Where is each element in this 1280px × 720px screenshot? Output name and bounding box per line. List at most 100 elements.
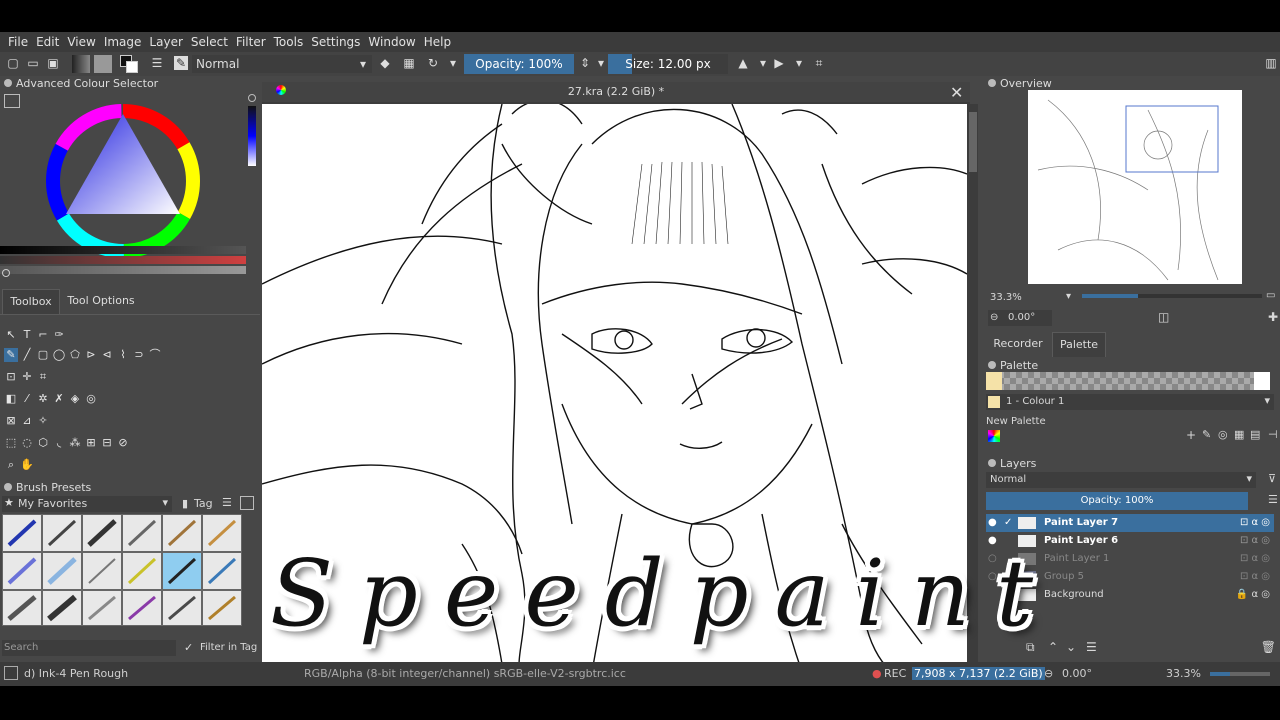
chevron-down-icon[interactable]: ▾ bbox=[594, 56, 608, 70]
delete-layer-icon[interactable]: 🗑 bbox=[1261, 640, 1276, 654]
colour-wheel[interactable] bbox=[44, 102, 202, 260]
alpha-lock-icon[interactable]: ▦ bbox=[402, 56, 416, 70]
bezier-tool-icon[interactable]: ⊲ bbox=[100, 348, 114, 362]
tab-palette[interactable]: Palette bbox=[1052, 332, 1106, 357]
current-brush-label[interactable]: d) Ink-4 Pen Rough bbox=[24, 667, 128, 680]
open-icon[interactable]: ▭ bbox=[26, 56, 40, 70]
menu-select[interactable]: Select bbox=[187, 35, 232, 49]
zoom-tool-icon[interactable]: ⌕ bbox=[4, 458, 18, 472]
pattern-tool-icon[interactable]: ◎ bbox=[84, 392, 98, 406]
layer-name[interactable]: Paint Layer 7 bbox=[1044, 514, 1118, 532]
layer-opacity-slider[interactable]: Opacity: 100% bbox=[986, 492, 1248, 510]
spin-arrows-icon[interactable]: ⇕ bbox=[578, 56, 592, 70]
brush-preset-9[interactable] bbox=[82, 552, 122, 590]
similar-select-icon[interactable]: ⊞ bbox=[84, 436, 98, 450]
add-icon[interactable]: + bbox=[1186, 428, 1196, 442]
assistant-tool-icon[interactable]: ⊠ bbox=[4, 414, 18, 428]
rotation-spinbox[interactable]: ⊖ 0.00° bbox=[988, 310, 1052, 326]
fill-tool-icon[interactable]: ◈ bbox=[68, 392, 82, 406]
palette-grid-icon[interactable] bbox=[988, 430, 1000, 442]
move-tool-icon[interactable]: ✛ bbox=[20, 370, 34, 384]
tag-icon[interactable]: ▮ bbox=[182, 497, 188, 510]
menu-image[interactable]: Image bbox=[100, 35, 146, 49]
checkbox-checked-icon[interactable]: ✓ bbox=[1004, 514, 1012, 532]
palette-colour-select[interactable]: 1 - Colour 1 ▾ bbox=[986, 394, 1274, 410]
tab-recorder[interactable]: Recorder bbox=[986, 332, 1050, 356]
grid-icon[interactable]: ▦ bbox=[1234, 428, 1244, 441]
bezier-select-icon[interactable]: ⊟ bbox=[100, 436, 114, 450]
transform-tool-icon[interactable]: ⊡ bbox=[4, 370, 18, 384]
brush-preset-3[interactable] bbox=[82, 514, 122, 552]
smart-patch-icon[interactable]: ✲ bbox=[36, 392, 50, 406]
crop-tool-icon[interactable]: ⌗ bbox=[36, 370, 50, 384]
new-document-icon[interactable]: ▢ bbox=[6, 56, 20, 70]
close-icon[interactable]: ✕ bbox=[950, 83, 963, 102]
lock-icon[interactable]: 🔒 α ◎ bbox=[1236, 586, 1270, 604]
monitor-icon[interactable]: ▭ bbox=[1266, 290, 1275, 301]
pan-tool-icon[interactable]: ✋ bbox=[20, 458, 34, 472]
menu-tools[interactable]: Tools bbox=[270, 35, 308, 49]
brush-preset-2[interactable] bbox=[42, 514, 82, 552]
text-tool-icon[interactable]: T bbox=[20, 328, 34, 342]
overview-thumbnail[interactable] bbox=[1028, 90, 1242, 284]
selector-settings-icon[interactable] bbox=[4, 94, 20, 108]
brush-preset-4[interactable] bbox=[122, 514, 162, 552]
brush-preset-12[interactable] bbox=[202, 552, 242, 590]
crop-icon[interactable]: ⌗ bbox=[812, 56, 826, 70]
background-color[interactable] bbox=[126, 61, 138, 73]
shade-bar-3[interactable] bbox=[0, 266, 246, 274]
menu-window[interactable]: Window bbox=[364, 35, 419, 49]
edit-icon[interactable]: ✎ bbox=[1202, 428, 1211, 441]
brush-preset-17[interactable] bbox=[162, 590, 202, 626]
gradient-tool-icon[interactable]: ◧ bbox=[4, 392, 18, 406]
select-shapes-icon[interactable]: ↖ bbox=[4, 328, 18, 342]
shade-bar-2[interactable] bbox=[0, 256, 246, 264]
brush-preset-10[interactable] bbox=[122, 552, 162, 590]
brush-preset-1[interactable] bbox=[2, 514, 42, 552]
menu-help[interactable]: Help bbox=[420, 35, 455, 49]
ellipse-select-icon[interactable]: ◌ bbox=[20, 436, 34, 450]
menu-layer[interactable]: Layer bbox=[145, 35, 186, 49]
tab-tool-options[interactable]: Tool Options bbox=[62, 289, 140, 313]
menu-view[interactable]: View bbox=[63, 35, 99, 49]
pin-icon[interactable]: ✚ bbox=[1268, 310, 1278, 324]
pattern-swatch[interactable] bbox=[94, 55, 112, 73]
palette-swatch-white[interactable] bbox=[1254, 372, 1270, 390]
zoom-readout[interactable]: 33.3% bbox=[1166, 667, 1201, 680]
rect-select-icon[interactable]: ⬚ bbox=[4, 436, 18, 450]
dynamic-brush-icon[interactable]: ⌇ bbox=[116, 348, 130, 362]
lock-icon[interactable]: ⊡ α ◎ bbox=[1240, 514, 1270, 532]
preset-search-input[interactable]: Search bbox=[2, 640, 176, 656]
menu-file[interactable]: File bbox=[4, 35, 32, 49]
lock-icon[interactable]: ⊡ α ◎ bbox=[1240, 532, 1270, 550]
tab-toolbox[interactable]: Toolbox bbox=[2, 289, 60, 314]
mirror-horizontal-icon[interactable]: ▲ bbox=[736, 56, 750, 70]
palette-swatches[interactable] bbox=[986, 372, 1270, 390]
lock-icon[interactable]: ⊡ α ◎ bbox=[1240, 550, 1270, 568]
brush-preset-18[interactable] bbox=[202, 590, 242, 626]
tag-button[interactable]: Tag bbox=[194, 497, 213, 510]
chevron-down-icon[interactable]: ▾ bbox=[1066, 291, 1071, 302]
brush-preset-16[interactable] bbox=[122, 590, 162, 626]
contiguous-select-icon[interactable]: ⁂ bbox=[68, 436, 82, 450]
group-icon[interactable]: ◎ bbox=[1218, 428, 1228, 441]
ellipse-tool-icon[interactable]: ◯ bbox=[52, 348, 66, 362]
brush-preset-15[interactable] bbox=[82, 590, 122, 626]
gradient-swatch[interactable] bbox=[72, 55, 90, 73]
polyline-tool-icon[interactable]: ⊳ bbox=[84, 348, 98, 362]
colorize-mask-icon[interactable]: ✗ bbox=[52, 392, 66, 406]
zoom-slider[interactable] bbox=[1210, 672, 1270, 676]
chevron-down-icon[interactable]: ▾ bbox=[446, 56, 460, 70]
chevron-down-icon[interactable]: ▾ bbox=[756, 56, 770, 70]
magnetic-select-icon[interactable]: ⊘ bbox=[116, 436, 130, 450]
brush-preset-13[interactable] bbox=[2, 590, 42, 626]
workspace-icon[interactable]: ▥ bbox=[1264, 56, 1278, 70]
move-down-icon[interactable]: ⌄ bbox=[1066, 640, 1076, 654]
rectangle-tool-icon[interactable]: ▢ bbox=[36, 348, 50, 362]
filter-icon[interactable]: ⊽ bbox=[1268, 472, 1276, 485]
reset-icon[interactable] bbox=[248, 94, 256, 102]
layer-row-paint-layer-7[interactable]: ● ✓ Paint Layer 7 ⊡ α ◎ bbox=[986, 514, 1274, 532]
brush-preset-14[interactable] bbox=[42, 590, 82, 626]
brush-preset-8[interactable] bbox=[42, 552, 82, 590]
brush-preset-7[interactable] bbox=[2, 552, 42, 590]
